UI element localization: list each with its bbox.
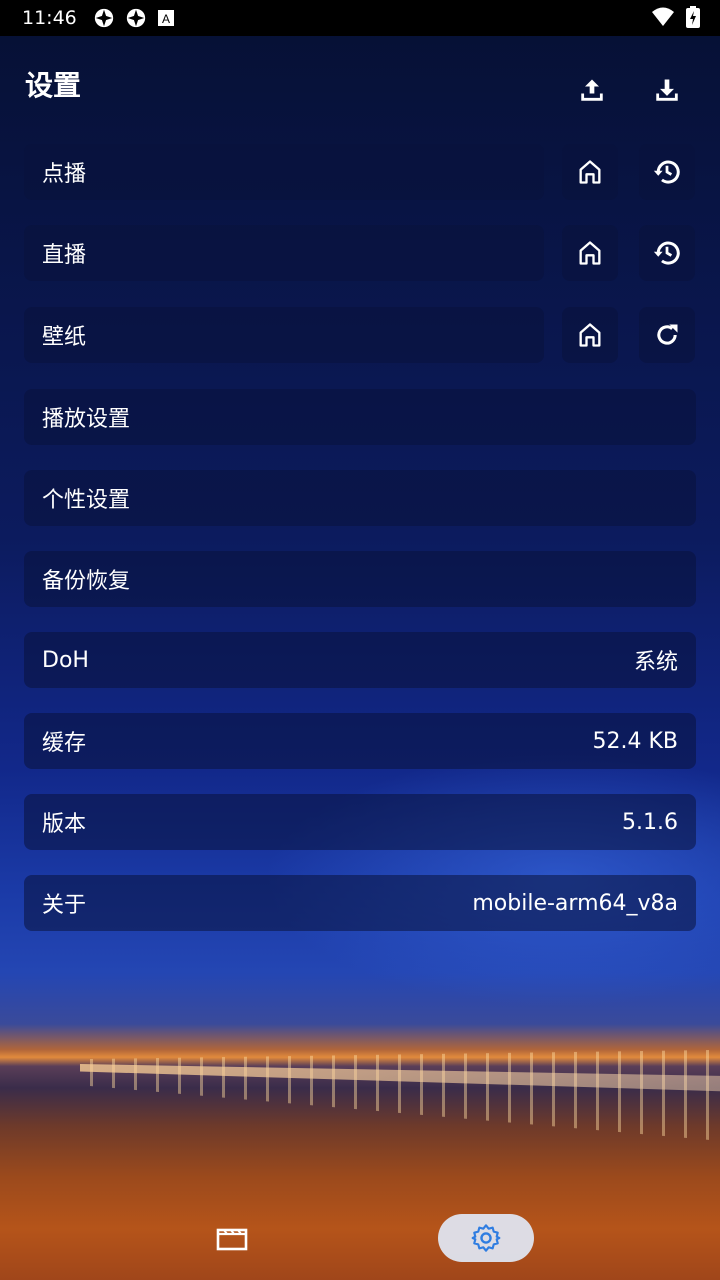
app-notification-icon <box>94 8 113 28</box>
wallpaper-setting[interactable]: 壁纸 <box>24 307 544 363</box>
live-setting[interactable]: 直播 <box>24 225 544 281</box>
movie-icon <box>216 1228 248 1251</box>
backup-restore[interactable]: 备份恢复 <box>24 551 696 607</box>
svg-text:A: A <box>162 12 170 26</box>
upload-button[interactable] <box>572 70 612 110</box>
bottom-navigation <box>0 1200 720 1280</box>
personal-settings[interactable]: 个性设置 <box>24 470 696 526</box>
font-notification-icon: A <box>157 10 174 26</box>
backup-label: 备份恢复 <box>42 569 131 594</box>
about-value: mobile-arm64_v8a <box>472 890 678 916</box>
about-label: 关于 <box>42 893 87 918</box>
history-icon <box>653 160 680 184</box>
page-title: 设置 <box>25 69 82 102</box>
vod-setting[interactable]: 点播 <box>24 144 544 200</box>
home-icon <box>579 160 601 184</box>
live-history-button[interactable] <box>639 225 695 281</box>
live-home-button[interactable] <box>562 225 618 281</box>
doh-setting[interactable]: DoH 系统 <box>24 632 696 688</box>
cache-value: 52.4 KB <box>592 728 679 754</box>
doh-label: DoH <box>42 647 89 673</box>
version-setting[interactable]: 版本 5.1.6 <box>24 794 696 850</box>
upload-icon <box>581 79 603 101</box>
download-button[interactable] <box>647 70 687 110</box>
vod-label: 点播 <box>42 162 87 187</box>
nav-settings-button[interactable] <box>438 1214 534 1262</box>
wallpaper-home-button[interactable] <box>562 307 618 363</box>
wallpaper-refresh-button[interactable] <box>639 307 695 363</box>
gear-icon <box>471 1224 501 1252</box>
cache-setting[interactable]: 缓存 52.4 KB <box>24 713 696 769</box>
status-bar: 11:46 A <box>0 0 720 36</box>
home-icon <box>579 323 601 347</box>
playback-label: 播放设置 <box>42 407 131 432</box>
home-icon <box>579 241 601 265</box>
vod-home-button[interactable] <box>562 144 618 200</box>
version-value: 5.1.6 <box>622 809 678 835</box>
history-icon <box>653 241 680 265</box>
vod-history-button[interactable] <box>639 144 695 200</box>
nav-vod-button[interactable] <box>196 1214 268 1262</box>
refresh-icon <box>657 324 678 345</box>
doh-value: 系统 <box>633 650 678 675</box>
live-label: 直播 <box>42 243 87 268</box>
app-notification-icon-2 <box>126 8 145 28</box>
personal-label: 个性设置 <box>42 488 131 513</box>
download-icon <box>656 79 678 101</box>
playback-settings[interactable]: 播放设置 <box>24 389 696 445</box>
about-setting[interactable]: 关于 mobile-arm64_v8a <box>24 875 696 931</box>
cache-label: 缓存 <box>42 731 87 756</box>
status-time: 11:46 <box>22 7 77 29</box>
battery-icon <box>686 6 700 28</box>
version-label: 版本 <box>42 812 87 837</box>
app-header: 设置 <box>0 36 720 136</box>
wallpaper-label: 壁纸 <box>42 325 87 350</box>
wifi-icon <box>652 7 674 26</box>
